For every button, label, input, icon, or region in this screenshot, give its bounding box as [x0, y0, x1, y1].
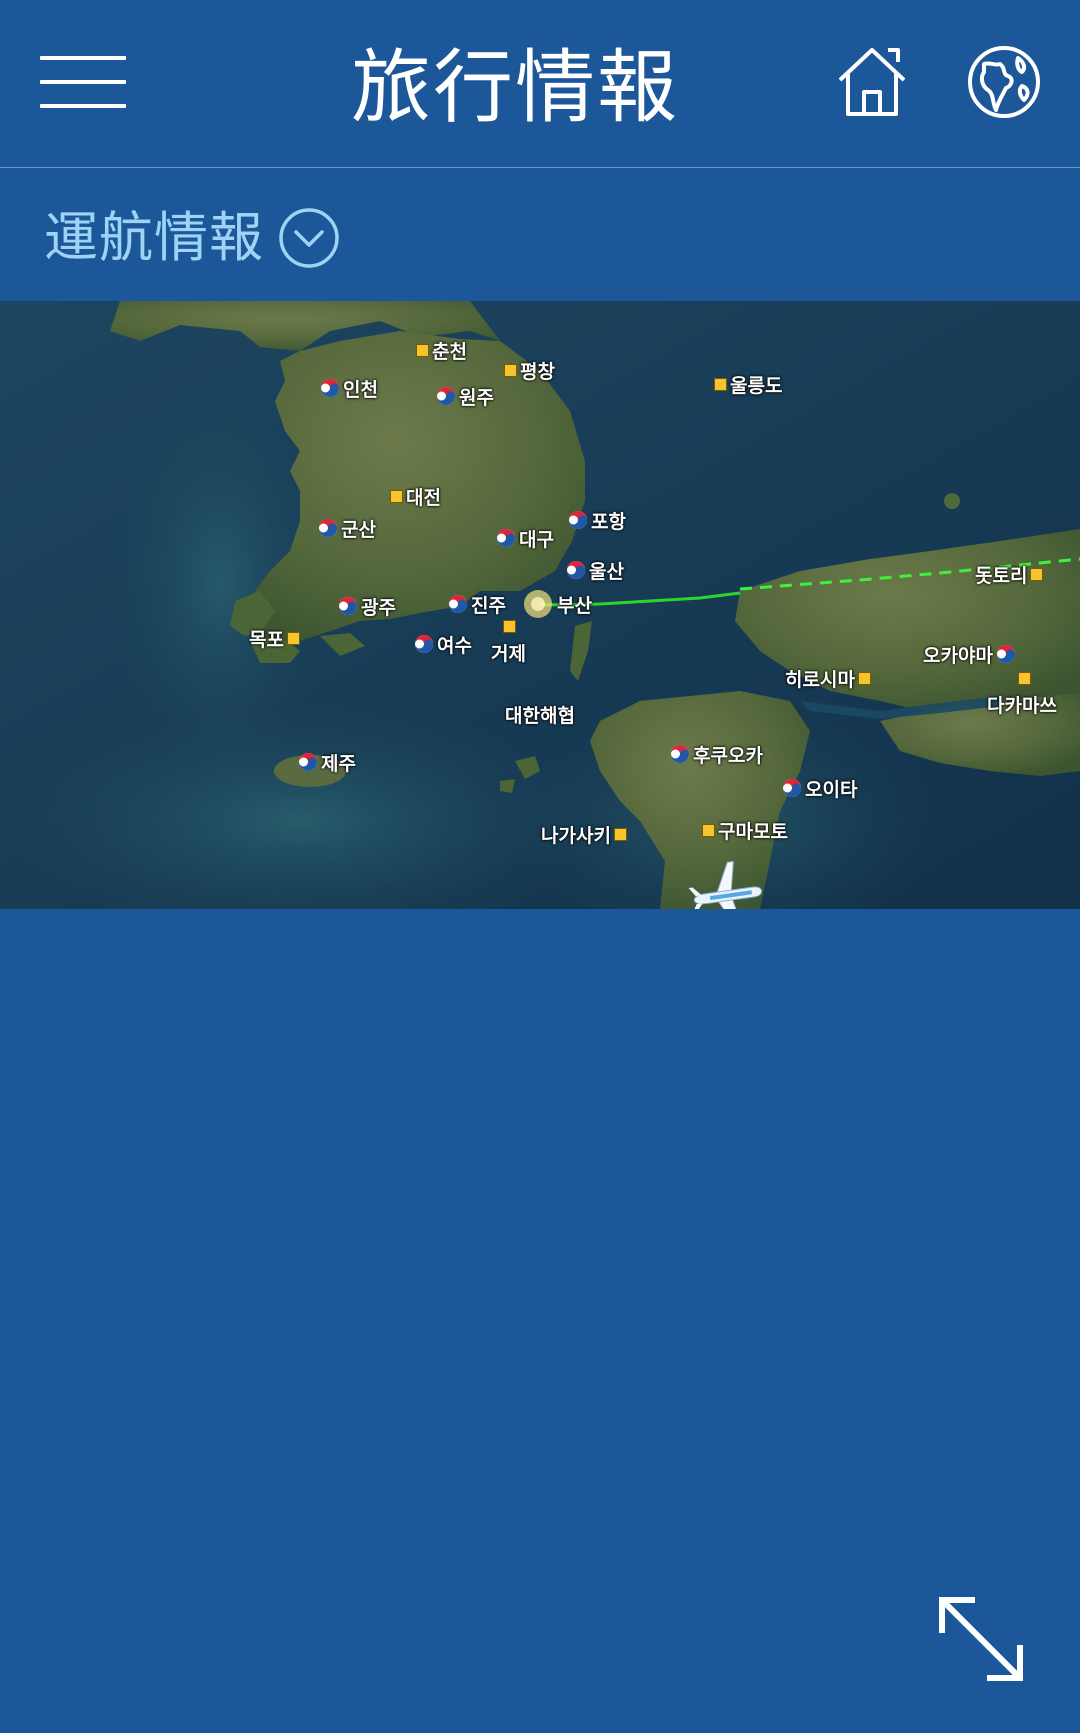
satellite-map-background: [0, 301, 1080, 909]
airline-logo-icon: [996, 644, 1016, 664]
map-place[interactable]: 제주: [298, 749, 359, 775]
section-dropdown[interactable]: 運航情報: [44, 205, 340, 271]
airplane-icon: [688, 861, 762, 909]
map-place[interactable]: 후쿠오카: [670, 741, 766, 767]
menu-icon-bar: [40, 56, 126, 60]
map-place-marker-only[interactable]: [503, 613, 516, 639]
section-bar: 運航情報: [0, 169, 1080, 301]
section-title: 運航情報: [44, 206, 264, 269]
expand-map-button[interactable]: [934, 1592, 1028, 1686]
city-marker-square: [1018, 671, 1031, 685]
airline-logo-icon: [338, 596, 358, 616]
map-place[interactable]: 평창: [504, 357, 558, 383]
map-place[interactable]: 오이타: [782, 775, 860, 801]
flight-map[interactable]: 춘천 평창 인천 원주 울릉도 대전 군산 포항 대구 울산 돗토리 광주 진주…: [0, 301, 1080, 909]
map-place[interactable]: 인천: [320, 375, 381, 401]
expand-fullscreen-icon: [939, 1597, 1023, 1681]
airline-logo-icon: [448, 594, 468, 614]
map-place[interactable]: 대전: [390, 483, 444, 509]
airline-logo-icon: [414, 634, 434, 654]
city-marker-square: [504, 363, 517, 377]
city-marker-square: [714, 377, 727, 391]
city-marker-square: [857, 671, 871, 685]
map-place[interactable]: 목포: [246, 625, 300, 651]
home-icon: [838, 48, 906, 116]
map-place[interactable]: 진주: [448, 591, 509, 617]
flight-info-screen: 旅行情報 運航情報 춘천 평창 인천 원주 울릉도 대전 군산 포항 대구 울산…: [0, 0, 1080, 1733]
airline-logo-icon: [496, 528, 516, 548]
city-marker-square: [416, 343, 429, 357]
map-place[interactable]: 울산: [566, 557, 627, 583]
airline-logo-icon: [318, 518, 338, 538]
globe-button[interactable]: [966, 44, 1042, 120]
map-label-strait: 대한해협: [505, 704, 575, 727]
airline-logo-icon: [566, 560, 586, 580]
map-place[interactable]: 구마모토: [702, 817, 791, 843]
menu-button[interactable]: [40, 56, 126, 110]
map-place[interactable]: 광주: [338, 593, 399, 619]
airline-logo-icon: [670, 744, 690, 764]
map-place[interactable]: 거제: [488, 639, 529, 665]
map-place[interactable]: 울릉도: [714, 371, 785, 397]
top-header: 旅行情報: [0, 0, 1080, 168]
airline-logo-icon: [436, 386, 456, 406]
city-marker-square: [613, 827, 627, 841]
airline-logo-icon: [782, 778, 802, 798]
globe-icon: [968, 46, 1040, 118]
home-button[interactable]: [834, 44, 910, 120]
map-place[interactable]: 대구: [496, 525, 557, 551]
chevron-down-circle-icon: [279, 208, 339, 268]
airline-logo-icon: [568, 510, 588, 530]
map-place[interactable]: 오카야마: [920, 641, 1016, 667]
map-place[interactable]: 다카마쓰: [984, 691, 1060, 717]
map-place[interactable]: 포항: [568, 507, 629, 533]
menu-icon-bar: [40, 80, 126, 84]
page-title: 旅行情報: [351, 41, 679, 134]
map-place[interactable]: 군산: [318, 515, 379, 541]
map-place-origin[interactable]: 부산: [554, 591, 595, 617]
map-place[interactable]: 돗토리: [972, 561, 1044, 587]
airline-logo-icon: [320, 378, 340, 398]
map-place[interactable]: 히로시마: [782, 665, 871, 691]
map-place-marker-only[interactable]: [1018, 665, 1031, 691]
city-marker-square: [702, 823, 715, 837]
city-marker-square: [390, 489, 403, 503]
city-marker-square: [503, 619, 516, 633]
city-marker-square: [286, 631, 300, 645]
map-place[interactable]: 춘천: [416, 337, 470, 363]
city-marker-square: [1030, 567, 1044, 581]
menu-icon-bar: [40, 104, 126, 108]
map-place[interactable]: 원주: [436, 383, 497, 409]
airline-logo-icon: [298, 752, 318, 772]
map-place[interactable]: 나가사키: [538, 821, 627, 847]
map-place[interactable]: 여수: [414, 631, 475, 657]
